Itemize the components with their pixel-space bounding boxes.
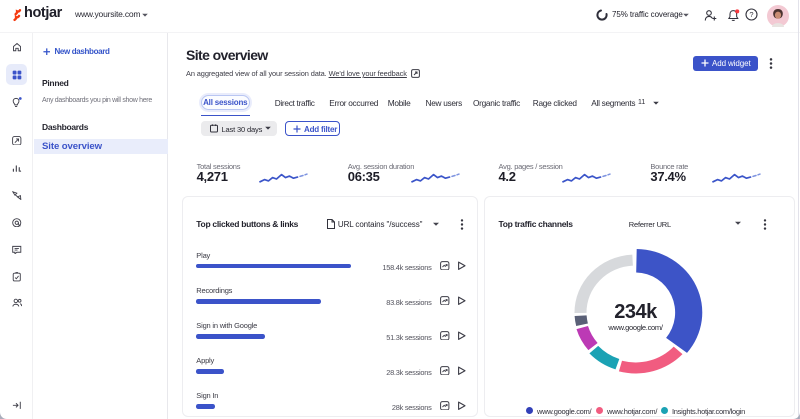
svg-text:?: ?: [749, 10, 753, 19]
